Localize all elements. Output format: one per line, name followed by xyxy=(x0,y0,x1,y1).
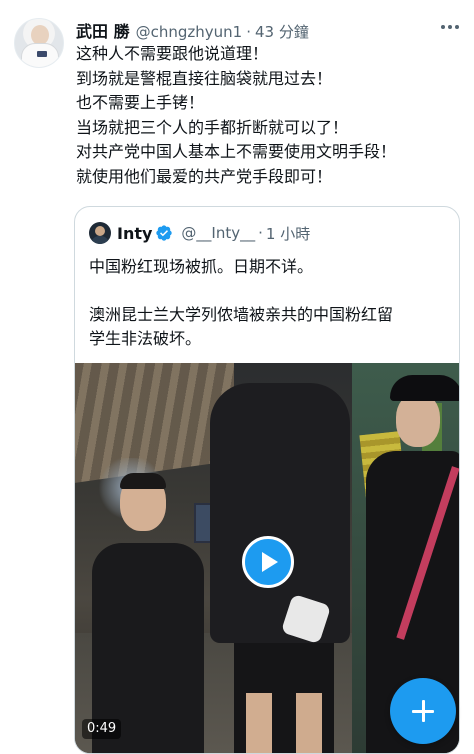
quoted-author-display-name[interactable]: Inty xyxy=(117,224,152,243)
quoted-tweet-timestamp[interactable]: 1 小時 xyxy=(266,223,310,244)
plus-icon xyxy=(412,700,434,722)
quoted-tweet-text: 中国粉红现场被抓。日期不详。 澳洲昆士兰大学列侬墙被亲共的中国粉红留 学生非法破… xyxy=(89,255,449,351)
compose-tweet-button[interactable] xyxy=(390,678,456,744)
quoted-tweet-header: Inty @__Inty__ · 1 小時 xyxy=(89,221,310,245)
quoted-author-handle[interactable]: @__Inty__ xyxy=(181,224,255,242)
tweet-header: 武田 勝 @chngzhyun1 · 43 分鐘 xyxy=(76,18,309,42)
author-avatar[interactable] xyxy=(14,18,64,68)
video-person-right-cap xyxy=(390,375,459,401)
quoted-author-avatar[interactable] xyxy=(89,222,111,244)
more-horizontal-icon[interactable] xyxy=(436,14,464,40)
tweet-timestamp[interactable]: 43 分鐘 xyxy=(255,21,309,42)
author-handle[interactable]: @chngzhyun1 xyxy=(136,23,243,41)
quoted-text-line: 学生非法破坏。 xyxy=(89,329,202,348)
tweet[interactable]: 武田 勝 @chngzhyun1 · 43 分鐘 这种人不需要跟他说道理！ 到场… xyxy=(0,0,474,754)
video-person-middle xyxy=(210,383,350,643)
avatar-head xyxy=(31,25,49,45)
header-separator: · xyxy=(246,23,251,41)
quoted-text-line: 中国粉红现场被抓。日期不详。 xyxy=(89,257,314,276)
video-person-left-hair xyxy=(120,473,166,489)
tweet-text-line: 就使用他们最爱的共产党手段即可！ xyxy=(76,166,333,186)
tweet-text-line: 也不需要上手铐！ xyxy=(76,93,205,113)
avatar-patch xyxy=(37,51,47,57)
tweet-text-line: 到场就是警棍直接往脑袋就甩过去！ xyxy=(76,68,333,88)
play-button[interactable] xyxy=(242,536,294,588)
play-icon xyxy=(262,552,278,572)
video-person-middle-leg xyxy=(246,693,272,753)
tweet-text-line: 这种人不需要跟他说道理！ xyxy=(76,44,269,63)
tweet-text: 这种人不需要跟他说道理！ 到场就是警棍直接往脑袋就甩过去！ 也不需要上手铐！ 当… xyxy=(76,42,466,190)
quoted-tweet[interactable]: Inty @__Inty__ · 1 小時 中国粉红现场被抓。日期不详。 澳洲昆… xyxy=(74,206,460,754)
author-display-name[interactable]: 武田 勝 xyxy=(76,18,130,42)
video-person-middle-leg xyxy=(296,693,322,753)
tweet-text-line: 当场就把三个人的手都折断就可以了！ xyxy=(76,117,349,137)
verified-badge-icon xyxy=(156,225,173,241)
quoted-text-line: 澳洲昆士兰大学列侬墙被亲共的中国粉红留 xyxy=(89,305,394,324)
video-person-right-face xyxy=(396,393,440,447)
video-duration: 0:49 xyxy=(82,719,122,739)
tweet-text-line: 对共产党中国人基本上不需要使用文明手段！ xyxy=(76,142,397,162)
quoted-header-separator: · xyxy=(258,224,263,242)
